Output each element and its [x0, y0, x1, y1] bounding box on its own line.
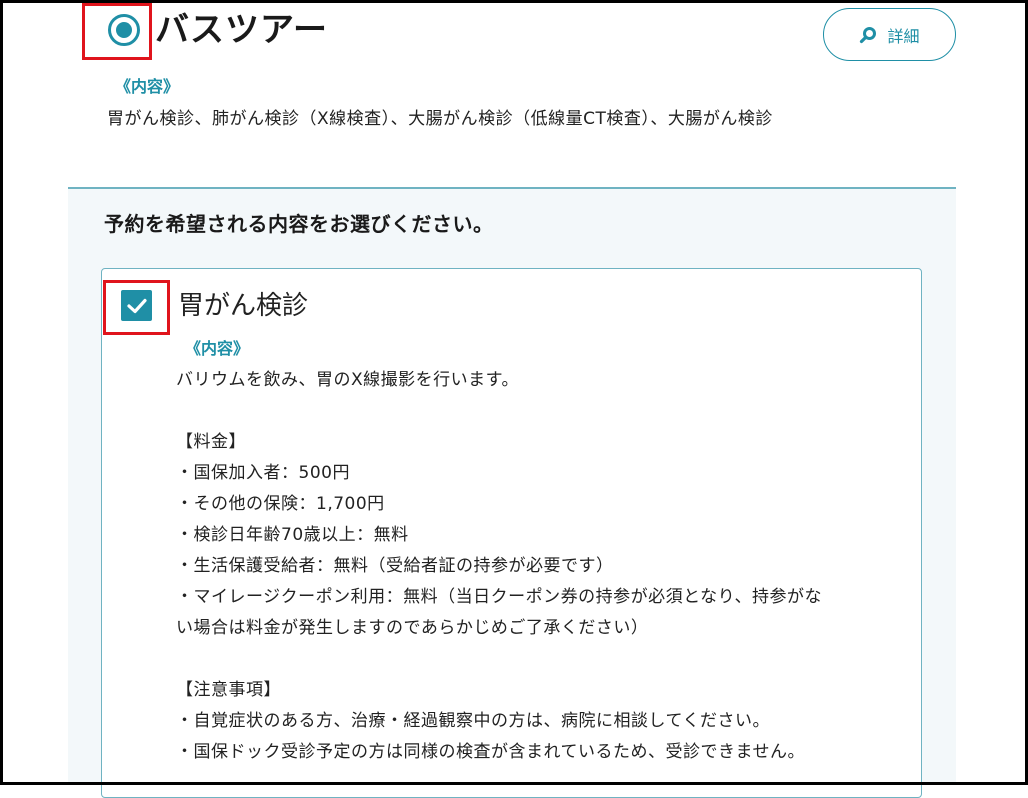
option-line: い場合は料金が発生しますのであらかじめご了承ください）	[176, 618, 649, 638]
option-line: ・その他の保険：1,700円	[176, 494, 385, 514]
detail-button-label: 詳細	[887, 26, 920, 46]
option-title: 胃がん検診	[178, 291, 309, 321]
option-line: バリウムを飲み、胃のX線撮影を行います。	[176, 370, 519, 390]
option-line	[176, 396, 906, 427]
option-content-label: 《内容》	[185, 339, 250, 358]
option-line: 【注意事項】	[176, 680, 281, 700]
option-line: ・自覚症状のある方、治療・経過観察中の方は、病院に相談してください。	[176, 711, 770, 731]
option-line: ・国保ドック受診予定の方は同様の検査が含まれているため、受診できません。	[176, 742, 805, 762]
detail-button[interactable]: 詳細	[823, 8, 956, 61]
course-content-text: 胃がん検診、肺がん検診（X線検査）、大腸がん検診（低線量CT検査）、大腸がん検診	[107, 109, 773, 129]
checkmark-icon	[126, 298, 147, 313]
option-description: バリウムを飲み、胃のX線撮影を行います。 【料金】 ・国保加入者：500円 ・そ…	[176, 365, 906, 768]
selection-prompt: 予約を希望される内容をお選びください。	[104, 212, 494, 236]
radio-selected-icon	[116, 22, 132, 38]
option-line: ・検診日年齢70歳以上：無料	[176, 525, 409, 545]
course-title: バスツアー	[155, 10, 328, 50]
option-line: ・マイレージクーポン利用：無料（当日クーポン券の持参が必須となり、持参がな	[176, 587, 822, 607]
course-radio-button[interactable]	[108, 14, 140, 46]
option-checkbox[interactable]	[121, 290, 152, 321]
option-line	[176, 644, 906, 675]
course-content-label: 《内容》	[115, 77, 180, 96]
option-line: ・国保加入者：500円	[176, 463, 350, 483]
option-line: ・生活保護受給者：無料（受給者証の持参が必要です）	[176, 556, 614, 576]
option-line: 【料金】	[176, 432, 246, 452]
search-icon	[859, 26, 877, 44]
